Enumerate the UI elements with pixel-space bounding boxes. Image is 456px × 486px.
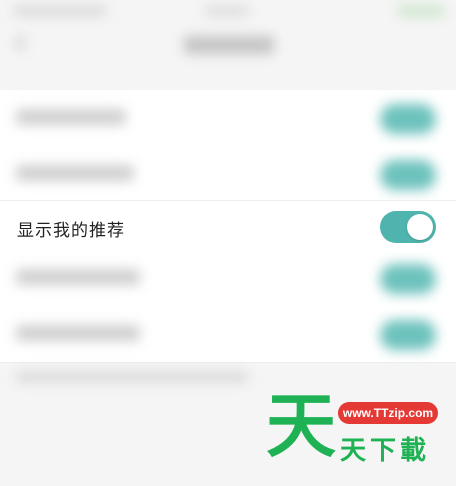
status-battery-icon <box>398 5 444 17</box>
settings-row <box>0 146 456 203</box>
settings-row-label <box>16 109 126 125</box>
back-arrow-icon[interactable] <box>14 34 30 50</box>
settings-row-label <box>16 165 134 181</box>
settings-row-toggle[interactable] <box>380 104 436 134</box>
page-title <box>184 36 274 54</box>
watermark-url-badge: www.TTzip.com <box>338 402 438 424</box>
settings-row <box>0 90 456 147</box>
settings-row-label: 显示我的推荐 <box>17 221 125 241</box>
watermark-big-char: 天 <box>266 385 336 467</box>
settings-row-toggle[interactable] <box>380 320 436 350</box>
settings-row-label <box>16 325 140 341</box>
show-recommendations-toggle[interactable] <box>380 211 436 243</box>
watermark-brand: 天下載 <box>340 436 431 466</box>
settings-row <box>0 250 456 307</box>
status-time <box>205 6 249 16</box>
nav-bar <box>0 22 456 72</box>
status-bar <box>0 0 456 22</box>
toggle-knob <box>407 214 433 240</box>
settings-footnote <box>16 372 248 382</box>
watermark-logo: 天 www.TTzip.com 天下載 <box>266 386 446 472</box>
settings-row <box>0 306 456 363</box>
status-carrier <box>14 6 106 16</box>
settings-row-toggle[interactable] <box>380 264 436 294</box>
settings-row-label <box>16 269 140 285</box>
settings-row-show-recommendations: 显示我的推荐 <box>0 200 456 256</box>
settings-row-toggle[interactable] <box>380 160 436 190</box>
